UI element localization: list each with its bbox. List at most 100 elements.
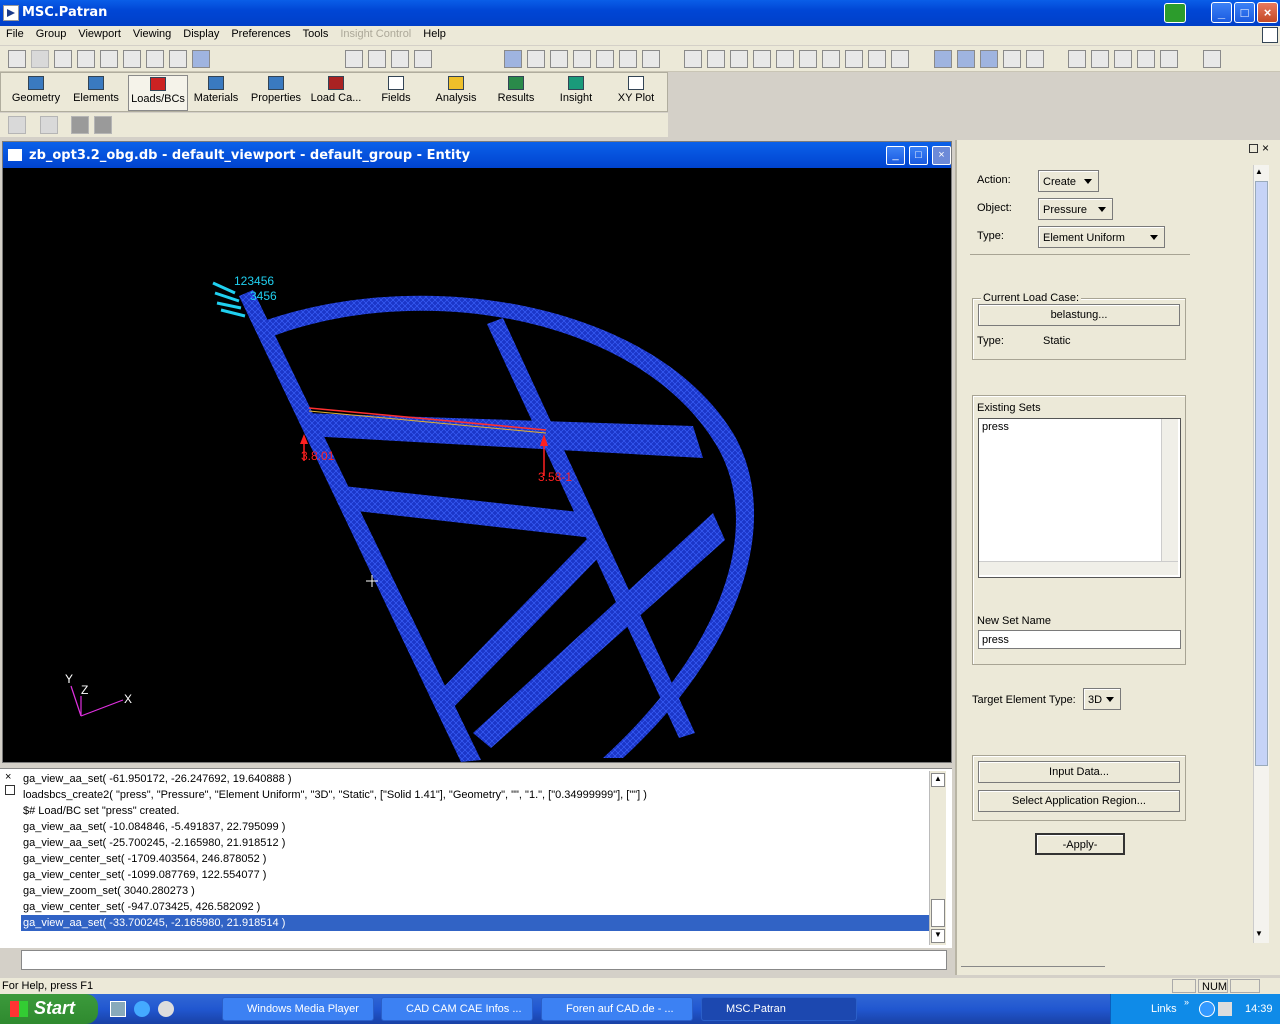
show-all-icon[interactable]	[1137, 50, 1155, 68]
app-results[interactable]: Results	[486, 75, 546, 111]
task-cad-forum[interactable]: Foren auf CAD.de - ...	[541, 997, 693, 1021]
history-line[interactable]: ga_view_zoom_set( 3040.280273 )	[21, 883, 929, 899]
undo-icon[interactable]	[123, 50, 141, 68]
view-left-icon[interactable]	[776, 50, 794, 68]
history-line[interactable]: $# Load/BC set "press" created.	[21, 803, 929, 819]
type-select[interactable]: Element Uniform	[1038, 226, 1165, 248]
existing-set-item[interactable]: press	[979, 419, 1180, 435]
quicklaunch-media-icon[interactable]	[158, 1001, 174, 1017]
view-front-icon[interactable]	[684, 50, 702, 68]
open-file-icon[interactable]	[31, 50, 49, 68]
app-loads-bcs[interactable]: Loads/BCs	[128, 75, 188, 111]
history-line[interactable]: ga_view_aa_set( -61.950172, -26.247692, …	[21, 771, 929, 787]
app-materials[interactable]: Materials	[186, 75, 246, 111]
scroll-down-icon[interactable]: ▼	[931, 929, 945, 943]
panel-scroll-up-icon[interactable]: ▲	[1255, 167, 1263, 176]
node-size-icon[interactable]	[1068, 50, 1086, 68]
menu-tools[interactable]: Tools	[297, 26, 335, 42]
history-line-selected[interactable]: ga_view_aa_set( -33.700245, -2.165980, 2…	[21, 915, 929, 931]
network-icon[interactable]	[1218, 1002, 1232, 1016]
command-line-input[interactable]	[21, 950, 947, 970]
history-line[interactable]: ga_view_center_set( -1099.087769, 122.55…	[21, 867, 929, 883]
menu-viewport[interactable]: Viewport	[72, 26, 127, 42]
print-icon[interactable]	[77, 50, 95, 68]
plot-erase-icon[interactable]	[1114, 50, 1132, 68]
app-analysis[interactable]: Analysis	[426, 75, 486, 111]
app-properties[interactable]: Properties	[246, 75, 306, 111]
viewport-minimize-button[interactable]: _	[886, 146, 905, 165]
scroll-up-icon[interactable]: ▲	[931, 773, 945, 787]
history-line[interactable]: ga_view_center_set( -947.073425, 426.582…	[21, 899, 929, 915]
label-icon[interactable]	[1091, 50, 1109, 68]
green-tray-icon[interactable]	[1164, 3, 1186, 23]
app-elements[interactable]: Elements	[66, 75, 126, 111]
graphics-viewport[interactable]: zb_opt3.2_obg.db - default_viewport - de…	[2, 141, 952, 763]
view-cube-icon[interactable]	[504, 50, 522, 68]
panel-scroll-down-icon[interactable]: ▼	[1255, 929, 1263, 938]
rotate-x-icon[interactable]	[345, 50, 363, 68]
scroll-thumb[interactable]	[931, 899, 945, 927]
tray-expand-icon[interactable]	[1199, 1001, 1215, 1017]
hand-pan-icon[interactable]	[146, 50, 164, 68]
hidden-line-icon[interactable]	[957, 50, 975, 68]
patran-app-icon[interactable]	[3, 5, 19, 21]
home-icon[interactable]	[1203, 50, 1221, 68]
paint-icon[interactable]	[169, 50, 187, 68]
view-bottom-icon[interactable]	[753, 50, 771, 68]
task-media-player[interactable]: Windows Media Player	[222, 997, 374, 1021]
select-region-button[interactable]: Select Application Region...	[978, 790, 1180, 812]
app-geometry[interactable]: Geometry	[6, 75, 66, 111]
history-line[interactable]: ga_view_center_set( -1709.403564, 246.87…	[21, 851, 929, 867]
fit-view-icon[interactable]	[596, 50, 614, 68]
menu-group[interactable]: Group	[30, 26, 73, 42]
new-file-icon[interactable]	[8, 50, 26, 68]
view-back-icon[interactable]	[707, 50, 725, 68]
maximize-button[interactable]: □	[1234, 2, 1255, 23]
quicklaunch-desktop-icon[interactable]	[110, 1001, 126, 1017]
minimize-button[interactable]: _	[1211, 2, 1232, 23]
history-scrollbar[interactable]: ▲ ▼	[929, 771, 946, 945]
panel-restore-icon[interactable]	[1249, 144, 1258, 153]
view-iso1-icon[interactable]	[822, 50, 840, 68]
apply-button[interactable]: -Apply-	[1035, 833, 1125, 855]
help-cursor-icon[interactable]	[1262, 27, 1278, 43]
list-vscroll[interactable]	[1161, 419, 1178, 561]
existing-sets-list[interactable]: press	[978, 418, 1181, 578]
view-right-icon[interactable]	[799, 50, 817, 68]
center-icon[interactable]	[550, 50, 568, 68]
rotate-z-icon[interactable]	[391, 50, 409, 68]
panel-close-icon[interactable]: ×	[1262, 141, 1269, 155]
wireframe-icon[interactable]	[934, 50, 952, 68]
reset-graphics-icon[interactable]	[192, 50, 210, 68]
menu-file[interactable]: File	[0, 26, 30, 42]
save-icon[interactable]	[54, 50, 72, 68]
app-load-cases[interactable]: Load Ca...	[306, 75, 366, 111]
links-chevron-icon[interactable]: »	[1184, 997, 1189, 1007]
list-hscroll[interactable]	[979, 561, 1178, 575]
model-canvas[interactable]: 3.8.01 3.58-1 123456 3456 X Y Z	[3, 168, 951, 762]
menu-viewing[interactable]: Viewing	[127, 26, 177, 42]
history-line[interactable]: ga_view_aa_set( -10.084846, -5.491837, 2…	[21, 819, 929, 835]
history-line[interactable]: ga_view_aa_set( -25.700245, -2.165980, 2…	[21, 835, 929, 851]
links-toolbar[interactable]: Links	[1151, 1003, 1177, 1015]
viewport-close-button[interactable]: ×	[932, 146, 951, 165]
pan-icon[interactable]	[527, 50, 545, 68]
task-patran[interactable]: MSC.Patran	[701, 997, 857, 1021]
history-close-icon[interactable]: ×	[5, 772, 15, 783]
history-dock-icon[interactable]	[5, 785, 15, 795]
object-select[interactable]: Pressure	[1038, 198, 1113, 220]
viewport-maximize-button[interactable]: □	[909, 146, 928, 165]
panel-scroll-thumb[interactable]	[1255, 181, 1268, 766]
history-list[interactable]: ga_view_aa_set( -61.950172, -26.247692, …	[21, 771, 929, 941]
rotate-y-icon[interactable]	[368, 50, 386, 68]
load-case-button[interactable]: belastung...	[978, 304, 1180, 326]
view-iso3-icon[interactable]	[868, 50, 886, 68]
display-toggle-icon[interactable]	[1003, 50, 1021, 68]
zoom-out-icon[interactable]	[619, 50, 637, 68]
task-cad-infos[interactable]: CAD CAM CAE Infos ...	[381, 997, 533, 1021]
action-select[interactable]: Create	[1038, 170, 1099, 192]
copy-icon[interactable]	[100, 50, 118, 68]
menu-help[interactable]: Help	[417, 26, 452, 42]
zoom-in-icon[interactable]	[642, 50, 660, 68]
view-iso4-icon[interactable]	[891, 50, 909, 68]
